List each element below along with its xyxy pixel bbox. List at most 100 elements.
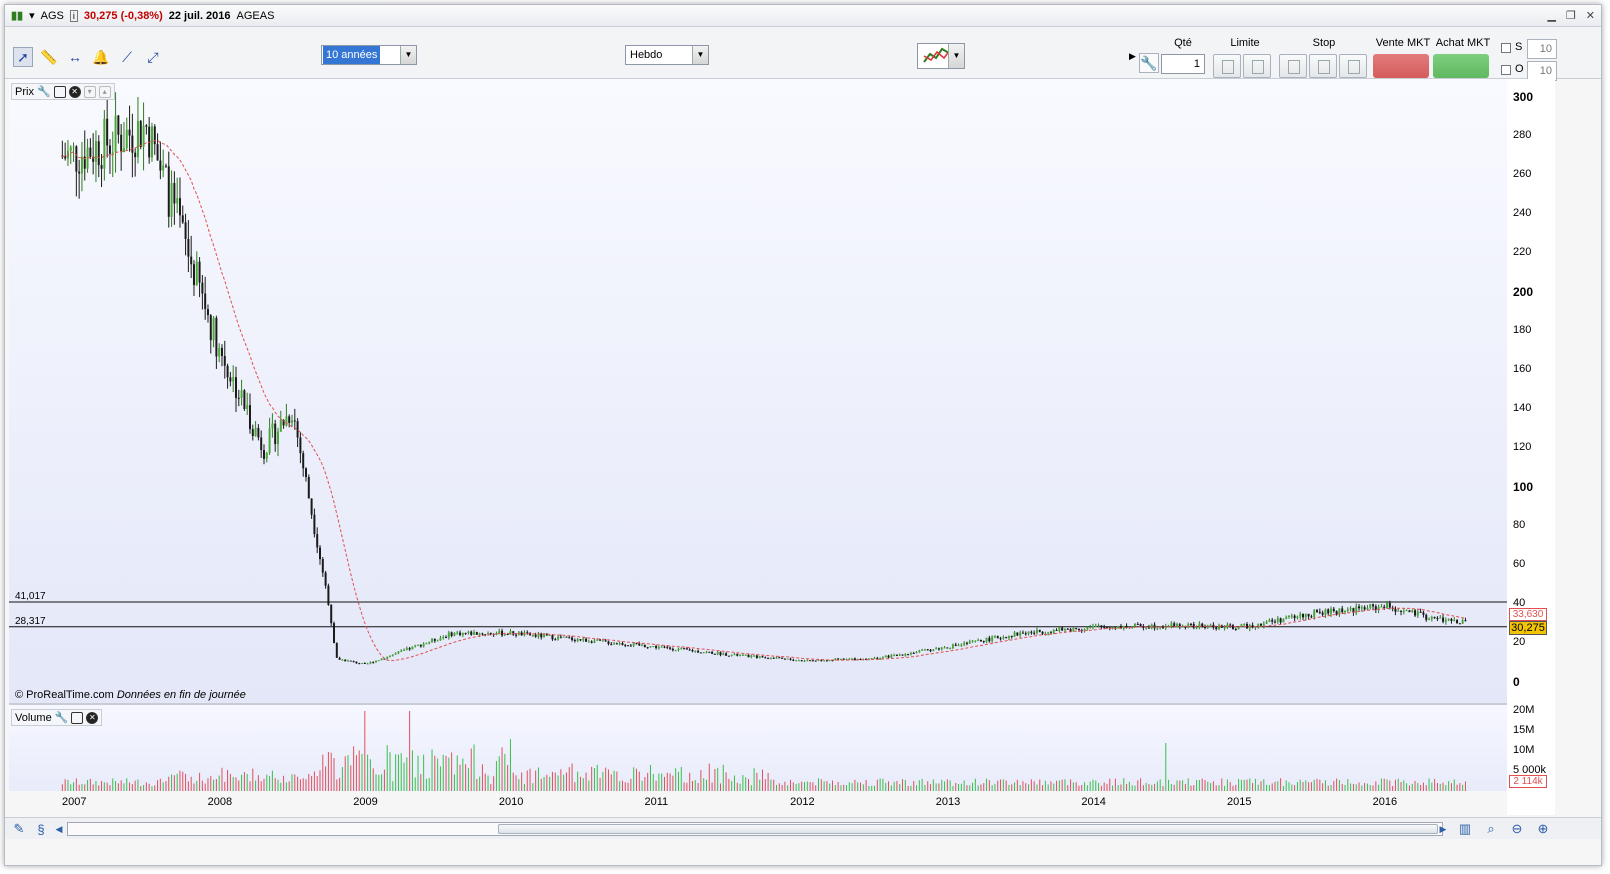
candle-body [251,429,254,437]
trendline-tool-icon[interactable]: ⟋ [117,47,137,67]
candle-body [355,661,358,664]
candle-body [1416,611,1419,616]
ruler-tool-icon[interactable]: 📏 [39,47,59,67]
candle-body [1313,610,1316,617]
candle-body [349,660,352,662]
candle-body [786,658,789,660]
close-pane-icon[interactable]: ✕ [68,85,81,98]
candle-body [1251,625,1254,628]
pointer-tool-icon[interactable]: ➚ [13,47,33,67]
candle-body [739,655,742,657]
price-volume-chart[interactable] [9,79,1507,815]
o-value-field[interactable]: 10 [1527,61,1557,81]
info-icon[interactable]: i [69,9,78,22]
quote-date: 22 juil. 2016 [168,9,231,22]
move-up-icon[interactable]: ▴ [98,85,111,98]
candle-body [1310,616,1313,618]
candle-body [1047,632,1050,634]
volume-last-tag: 2 114k [1509,775,1547,788]
limit-buy-button[interactable] [1213,54,1241,78]
alert-bell-icon[interactable]: 🔔 [91,47,111,67]
candle-body [136,120,139,158]
chart-settings-icon[interactable]: ✎ [11,821,27,837]
candle-body [442,637,445,639]
period-select[interactable]: 10 années ▼ [321,45,417,65]
minimize-icon[interactable]: ▁ [1547,9,1555,22]
candle-body [971,640,974,642]
scroll-right-icon[interactable]: ▶ [1435,821,1451,837]
qty-label: Qté [1174,37,1192,49]
candle-body [719,652,722,656]
candle-body [593,640,596,643]
restore-icon[interactable]: ❐ [1566,9,1576,22]
candle-body [372,662,375,664]
o-checkbox[interactable] [1501,65,1511,75]
stop-mid-button[interactable] [1309,54,1337,78]
window-icon[interactable] [53,85,66,98]
indicator-icon[interactable]: § [33,821,49,837]
stop-buy-button[interactable] [1279,54,1307,78]
candle-body [1111,627,1114,629]
candle-body [341,659,344,661]
s-value-field[interactable]: 10 [1527,39,1557,59]
candle-body [377,660,380,662]
move-down-icon[interactable]: ▾ [83,85,96,98]
candle-body [1276,618,1279,622]
volume-pane-label: Volume [15,711,52,724]
scroll-left-icon[interactable]: ◀ [51,821,67,837]
candle-body [663,646,666,648]
candle-body [568,637,571,639]
quantity-field[interactable]: 1 [1161,54,1205,74]
scroll-thumb[interactable] [498,824,1438,834]
candle-body [1243,623,1246,625]
candle-body [1215,627,1218,630]
s-checkbox[interactable] [1501,43,1511,53]
panel-toggle-icon[interactable]: ▶ [1129,51,1136,62]
window-icon[interactable] [71,711,84,724]
candle-body [344,659,347,662]
zoom-in-icon[interactable]: ⊕ [1535,821,1551,837]
horizontal-scrollbar[interactable] [67,822,1443,836]
price-scale[interactable]: 300 280 260 240 220 200 180 160 140 120 100 80 60 40 2… [1507,79,1555,815]
zoom-out-icon[interactable]: ⊖ [1509,821,1525,837]
candle-body [708,651,711,653]
candle-body [478,633,481,635]
candle-body [170,183,173,217]
candle-body [940,647,943,650]
zoom-area-icon[interactable]: ⌕ [1483,821,1499,837]
horizontal-line-tool-icon[interactable]: ↔ [65,47,85,67]
buy-market-button[interactable] [1433,54,1489,78]
candle-body [125,129,128,149]
expand-tool-icon[interactable]: ⤢ [143,47,163,67]
candle-body [145,125,148,127]
sell-market-button[interactable] [1373,54,1429,78]
chart-area[interactable]: Prix 🔧 ✕ ▾ ▴ 41,017 28,317 © ProRealTime… [9,79,1507,815]
chart-type-icon[interactable]: ▮▮ [11,9,23,22]
indicators-button[interactable]: ▼ [917,43,965,69]
candle-body [1450,618,1453,621]
candle-body [951,644,954,649]
stop-sell-button[interactable] [1339,54,1367,78]
candle-body [685,648,688,650]
candle-body [195,261,198,286]
dropdown-arrow-icon[interactable]: ▾ [29,9,35,22]
candle-body [963,642,966,645]
candle-body [1388,603,1391,608]
candle-body [173,183,176,204]
candle-body [806,660,809,662]
candle-body [887,655,890,658]
wrench-icon[interactable]: 🔧 [55,711,69,724]
candle-body [705,651,708,653]
candle-body [176,198,179,204]
wrench-icon[interactable]: 🔧 [1139,53,1159,73]
candle-body [358,663,361,665]
candle-body [321,559,324,573]
candle-body [1021,632,1024,634]
close-icon[interactable]: ✕ [1586,9,1595,22]
close-pane-icon[interactable]: ✕ [86,711,99,724]
bar-chart-icon[interactable]: ▥ [1457,821,1473,837]
timeframe-select[interactable]: Hebdo ▼ [625,45,709,65]
limit-sell-button[interactable] [1243,54,1271,78]
wrench-icon[interactable]: 🔧 [37,85,51,98]
candle-body [262,450,265,459]
